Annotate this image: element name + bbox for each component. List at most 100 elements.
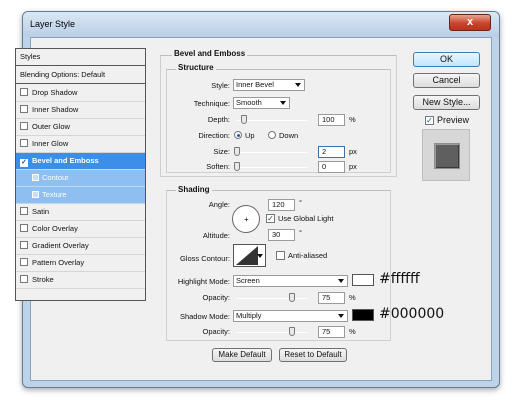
shadow-mode-label: Shadow Mode:: [179, 312, 230, 321]
angle-label: Angle:: [208, 200, 230, 209]
shadow-mode-value: Multiply: [236, 311, 262, 320]
technique-select-value: Smooth: [236, 98, 262, 107]
style-item-inner-shadow[interactable]: Inner Shadow: [16, 102, 145, 119]
shadow-color-swatch[interactable]: [352, 309, 374, 321]
chevron-down-icon: [257, 254, 263, 258]
style-item-pattern-overlay[interactable]: Pattern Overlay: [16, 255, 145, 272]
direction-label: Direction:: [198, 131, 230, 140]
make-default-button[interactable]: Make Default: [212, 348, 272, 362]
style-checkbox[interactable]: [20, 275, 28, 283]
style-item-color-overlay[interactable]: Color Overlay: [16, 221, 145, 238]
technique-select[interactable]: Smooth: [233, 97, 290, 109]
style-item-contour[interactable]: Contour: [16, 170, 145, 187]
blending-options-item[interactable]: Blending Options: Default: [16, 67, 145, 84]
anti-aliased-label: Anti-aliased: [288, 251, 328, 260]
gloss-contour-picker[interactable]: [233, 244, 266, 267]
style-checkbox[interactable]: [20, 207, 28, 215]
style-item-satin[interactable]: Satin: [16, 204, 145, 221]
style-item-outer-glow[interactable]: Outer Glow: [16, 119, 145, 136]
size-unit: px: [349, 147, 357, 156]
chevron-down-icon: [338, 314, 344, 318]
direction-down-label: Down: [279, 131, 299, 140]
direction-up-radio[interactable]: [234, 131, 242, 139]
style-checkbox[interactable]: ✓: [20, 159, 28, 167]
style-item-label: Inner Shadow: [32, 105, 79, 114]
altitude-input[interactable]: 30: [268, 229, 295, 241]
style-item-label: Satin: [32, 207, 50, 216]
direction-down-radio[interactable]: [268, 131, 276, 139]
chevron-down-icon: [338, 279, 344, 283]
style-select-value: Inner Bevel: [236, 80, 274, 89]
style-item-label: Stroke: [32, 275, 54, 284]
style-item-texture[interactable]: Texture: [16, 187, 145, 204]
dialog-title: Layer Style: [30, 19, 76, 29]
style-checkbox[interactable]: [20, 139, 28, 147]
style-checkbox[interactable]: [20, 241, 28, 249]
altitude-label: Altitude:: [202, 231, 230, 240]
highlight-mode-select[interactable]: Screen: [233, 275, 348, 287]
chevron-down-icon: [280, 101, 286, 105]
shadow-opacity-track[interactable]: [236, 332, 308, 333]
shadow-mode-select[interactable]: Multiply: [233, 310, 348, 322]
close-button[interactable]: x: [449, 14, 491, 31]
angle-unit: °: [299, 198, 302, 207]
soften-slider-track[interactable]: [236, 167, 308, 168]
angle-input[interactable]: 120: [268, 199, 295, 211]
style-select[interactable]: Inner Bevel: [233, 79, 305, 91]
highlight-opacity-input[interactable]: 75: [318, 292, 345, 304]
size-slider-track[interactable]: [236, 152, 308, 153]
style-item-bevel-and-emboss[interactable]: ✓ Bevel and Emboss: [16, 153, 145, 170]
style-item-gradient-overlay[interactable]: Gradient Overlay: [16, 238, 145, 255]
soften-slider-thumb[interactable]: [234, 162, 240, 171]
chevron-down-icon: [295, 83, 301, 87]
soften-input[interactable]: 0: [318, 161, 345, 173]
style-item-label: Drop Shadow: [32, 88, 78, 97]
preview-box: [422, 129, 470, 181]
style-label: Style:: [211, 81, 230, 90]
preview-swatch: [434, 143, 460, 169]
sub-option-icon: [32, 174, 39, 181]
style-item-label: Inner Glow: [32, 139, 69, 148]
highlight-color-swatch[interactable]: [352, 274, 374, 286]
style-item-label: Bevel and Emboss: [32, 156, 99, 165]
style-item-inner-glow[interactable]: Inner Glow: [16, 136, 145, 153]
soften-unit: px: [349, 162, 357, 171]
ok-button[interactable]: OK: [413, 52, 480, 67]
preview-checkbox[interactable]: ✓: [425, 116, 434, 125]
highlight-opacity-unit: %: [349, 293, 356, 302]
shadow-hex-text: #000000: [379, 306, 445, 322]
style-item-label: Gradient Overlay: [32, 241, 89, 250]
highlight-opacity-label: Opacity:: [202, 293, 230, 302]
angle-dial[interactable]: +: [232, 205, 260, 233]
highlight-mode-label: Highlight Mode:: [177, 277, 230, 286]
size-slider-thumb[interactable]: [234, 147, 240, 156]
structure-title: Structure: [176, 63, 216, 72]
style-checkbox[interactable]: [20, 88, 28, 96]
style-item-drop-shadow[interactable]: Drop Shadow: [16, 85, 145, 102]
angle-crosshair-icon: +: [244, 215, 249, 224]
style-checkbox[interactable]: [20, 105, 28, 113]
shadow-opacity-input[interactable]: 75: [318, 326, 345, 338]
depth-input[interactable]: 100: [318, 114, 345, 126]
styles-header[interactable]: Styles: [16, 49, 145, 66]
style-item-label: Contour: [42, 173, 69, 182]
shadow-opacity-unit: %: [349, 327, 356, 336]
style-item-label: Texture: [42, 190, 67, 199]
cancel-button[interactable]: Cancel: [413, 73, 480, 88]
global-light-label: Use Global Light: [278, 214, 334, 223]
new-style-button[interactable]: New Style...: [413, 95, 480, 110]
global-light-checkbox[interactable]: ✓: [266, 214, 275, 223]
anti-aliased-checkbox[interactable]: [276, 251, 285, 260]
highlight-opacity-thumb[interactable]: [289, 293, 295, 302]
bevel-emboss-title: Bevel and Emboss: [172, 49, 248, 58]
style-item-stroke[interactable]: Stroke: [16, 272, 145, 289]
size-input[interactable]: 2: [318, 146, 345, 158]
technique-label: Technique:: [193, 99, 230, 108]
shadow-opacity-thumb[interactable]: [289, 327, 295, 336]
style-checkbox[interactable]: [20, 122, 28, 130]
highlight-opacity-track[interactable]: [236, 298, 308, 299]
style-checkbox[interactable]: [20, 258, 28, 266]
style-checkbox[interactable]: [20, 224, 28, 232]
reset-to-default-button[interactable]: Reset to Default: [279, 348, 347, 362]
depth-slider-thumb[interactable]: [241, 115, 248, 124]
